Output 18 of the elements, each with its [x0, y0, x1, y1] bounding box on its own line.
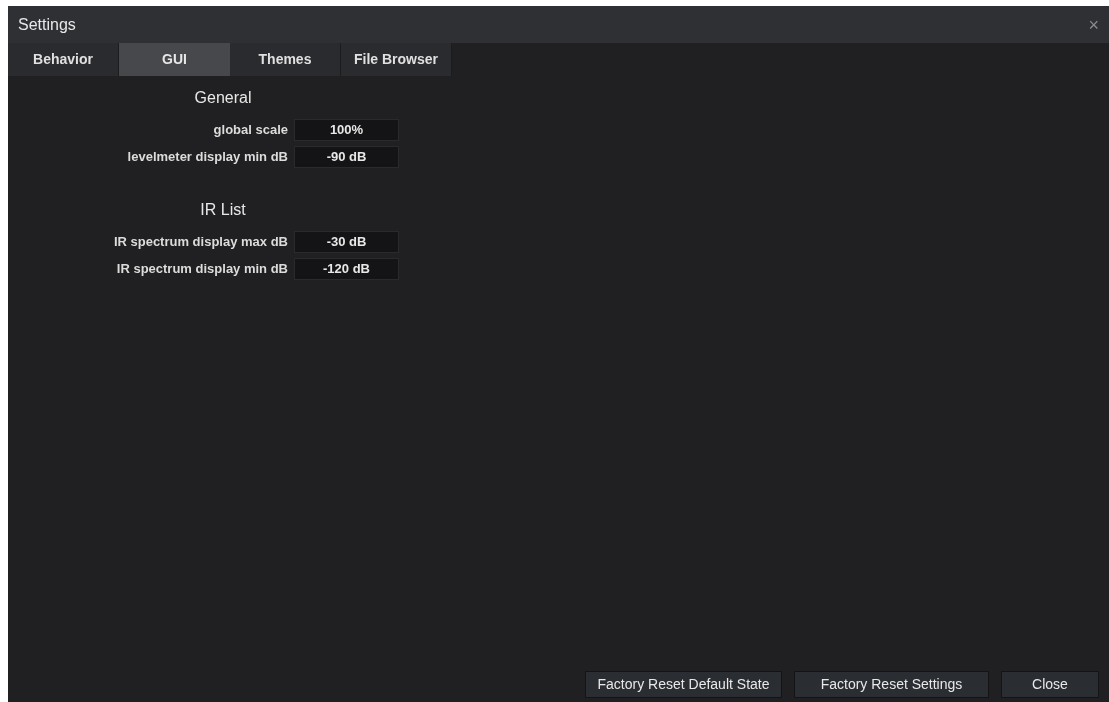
- action-button[interactable]: Factory Reset Settings: [794, 671, 989, 698]
- setting-label: global scale: [212, 120, 288, 139]
- action-button[interactable]: Factory Reset Default State: [585, 671, 782, 698]
- tab[interactable]: Behavior: [8, 43, 119, 76]
- setting-label: IR spectrum display min dB: [115, 259, 288, 278]
- action-button[interactable]: Close: [1001, 671, 1099, 698]
- value-field[interactable]: 100%: [294, 118, 399, 141]
- value-field[interactable]: -30 dB: [294, 230, 399, 253]
- section-heading: General: [193, 88, 253, 108]
- setting-label: levelmeter display min dB: [126, 147, 288, 166]
- tab[interactable]: GUI: [119, 43, 230, 76]
- value-field[interactable]: -120 dB: [294, 257, 399, 280]
- value-field[interactable]: -90 dB: [294, 145, 399, 168]
- tab[interactable]: File Browser: [341, 43, 452, 76]
- setting-label: IR spectrum display max dB: [112, 232, 288, 251]
- section-heading: IR List: [199, 200, 247, 220]
- window-title: Settings: [18, 14, 76, 35]
- tab[interactable]: Themes: [230, 43, 341, 76]
